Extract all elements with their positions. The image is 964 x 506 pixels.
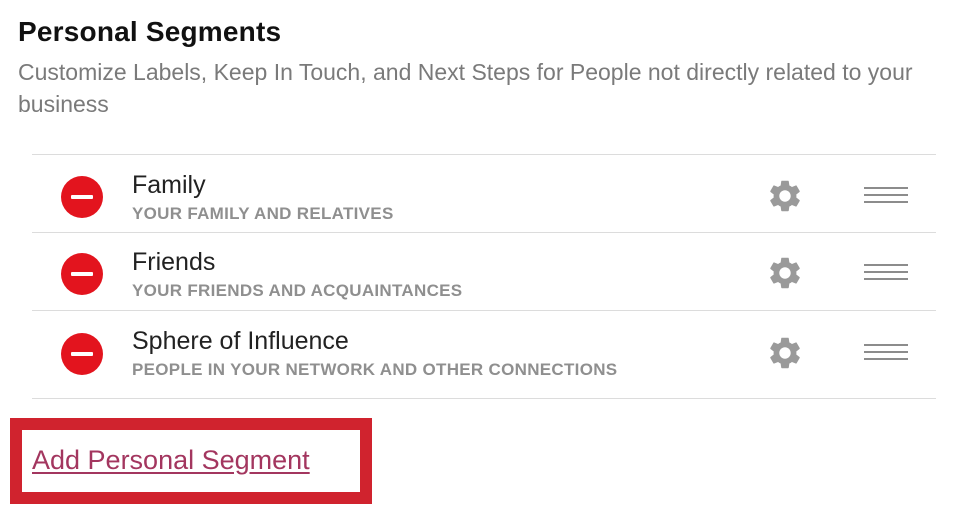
segment-name: Friends [132,248,216,276]
drag-handle-icon[interactable] [864,187,908,205]
add-personal-segment-link[interactable]: Add Personal Segment [32,445,310,476]
minus-circle-icon [71,195,93,199]
remove-segment-button[interactable] [61,176,103,218]
segment-name: Family [132,171,206,199]
personal-segments-panel: Personal Segments Customize Labels, Keep… [0,0,964,506]
segment-description: YOUR FAMILY AND RELATIVES [132,204,394,223]
gear-icon[interactable] [766,334,804,372]
segment-name: Sphere of Influence [132,327,349,355]
segment-row-family: Family YOUR FAMILY AND RELATIVES [32,155,936,233]
remove-segment-button[interactable] [61,253,103,295]
page-subtitle: Customize Labels, Keep In Touch, and Nex… [18,59,913,117]
remove-segment-button[interactable] [61,333,103,375]
minus-circle-icon [71,272,93,276]
minus-circle-icon [71,352,93,356]
segment-description: PEOPLE IN YOUR NETWORK AND OTHER CONNECT… [132,360,618,379]
drag-handle-icon[interactable] [864,344,908,362]
segment-description: YOUR FRIENDS AND ACQUAINTANCES [132,281,463,300]
page-title: Personal Segments [18,16,282,47]
drag-handle-icon[interactable] [864,264,908,282]
segment-row-sphere-of-influence: Sphere of Influence PEOPLE IN YOUR NETWO… [32,311,936,399]
gear-icon[interactable] [766,254,804,292]
segment-list: Family YOUR FAMILY AND RELATIVES Friends… [32,154,936,399]
segment-row-friends: Friends YOUR FRIENDS AND ACQUAINTANCES [32,233,936,311]
gear-icon[interactable] [766,177,804,215]
